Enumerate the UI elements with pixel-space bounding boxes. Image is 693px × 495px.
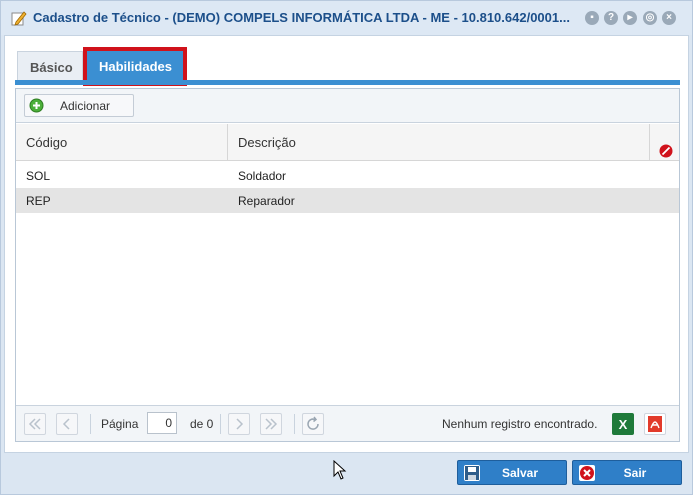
add-button-label: Adicionar — [60, 99, 111, 113]
status-text: Nenhum registro encontrado. — [442, 417, 598, 431]
cell-descricao: Reparador — [238, 194, 295, 208]
cell-descricao: Soldador — [238, 169, 287, 183]
help-icon[interactable]: ? — [604, 11, 618, 25]
skills-grid: Adicionar Código Descrição SOL Soldador … — [15, 88, 680, 442]
refresh-icon[interactable] — [302, 413, 324, 435]
tab-habilidades[interactable]: Habilidades — [83, 47, 187, 86]
close-icon[interactable]: × — [662, 11, 676, 25]
grid-header: Código Descrição — [16, 124, 679, 161]
title-bar: Cadastro de Técnico - (DEMO) COMPELS INF… — [1, 1, 692, 35]
prev-page-icon[interactable] — [56, 413, 78, 435]
add-icon — [29, 98, 44, 113]
exit-button-label: Sair — [623, 466, 647, 480]
next-icon[interactable]: ▸ — [623, 11, 637, 25]
restore-icon[interactable]: ◎ — [643, 11, 657, 25]
edit-icon — [11, 10, 27, 26]
excel-export-icon[interactable]: X — [612, 413, 634, 435]
window-title: Cadastro de Técnico - (DEMO) COMPELS INF… — [33, 10, 570, 25]
column-header-descricao[interactable]: Descrição — [228, 124, 650, 161]
page-count-label: de 0 — [190, 417, 214, 431]
separator — [294, 414, 295, 434]
edit-column-header — [650, 124, 679, 161]
pdf-export-icon[interactable] — [644, 413, 666, 435]
cell-codigo: SOL — [26, 169, 51, 183]
table-row[interactable]: SOL Soldador — [16, 163, 679, 188]
table-row[interactable]: REP Reparador — [16, 188, 679, 213]
page-label: Página — [101, 417, 139, 431]
main-panel: Básico Habilidades Adicionar Código Desc… — [4, 35, 689, 453]
save-button-label: Salvar — [501, 466, 539, 480]
minimize-icon[interactable]: ▪ — [585, 11, 599, 25]
grid-toolbar: Adicionar — [16, 89, 679, 123]
page-number-input[interactable] — [147, 412, 177, 434]
separator — [220, 414, 221, 434]
last-page-icon[interactable] — [260, 413, 282, 435]
tab-strip — [15, 80, 680, 85]
exit-button[interactable]: Sair — [572, 460, 682, 485]
tab-basico[interactable]: Básico — [17, 51, 83, 82]
dialog-window: Cadastro de Técnico - (DEMO) COMPELS INF… — [0, 0, 693, 495]
tab-basico-label: Básico — [30, 60, 73, 75]
add-button[interactable]: Adicionar — [24, 94, 134, 117]
cell-codigo: REP — [26, 194, 51, 208]
save-button[interactable]: Salvar — [457, 460, 567, 485]
next-page-icon[interactable] — [228, 413, 250, 435]
column-header-codigo[interactable]: Código — [16, 124, 228, 161]
pagination-bar: Página de 0 Nenhum registro encontrado. … — [16, 405, 679, 441]
svg-text:X: X — [619, 417, 628, 432]
tab-habilidades-label: Habilidades — [99, 59, 172, 74]
first-page-icon[interactable] — [24, 413, 46, 435]
mouse-cursor-icon — [333, 459, 347, 483]
separator — [90, 414, 91, 434]
